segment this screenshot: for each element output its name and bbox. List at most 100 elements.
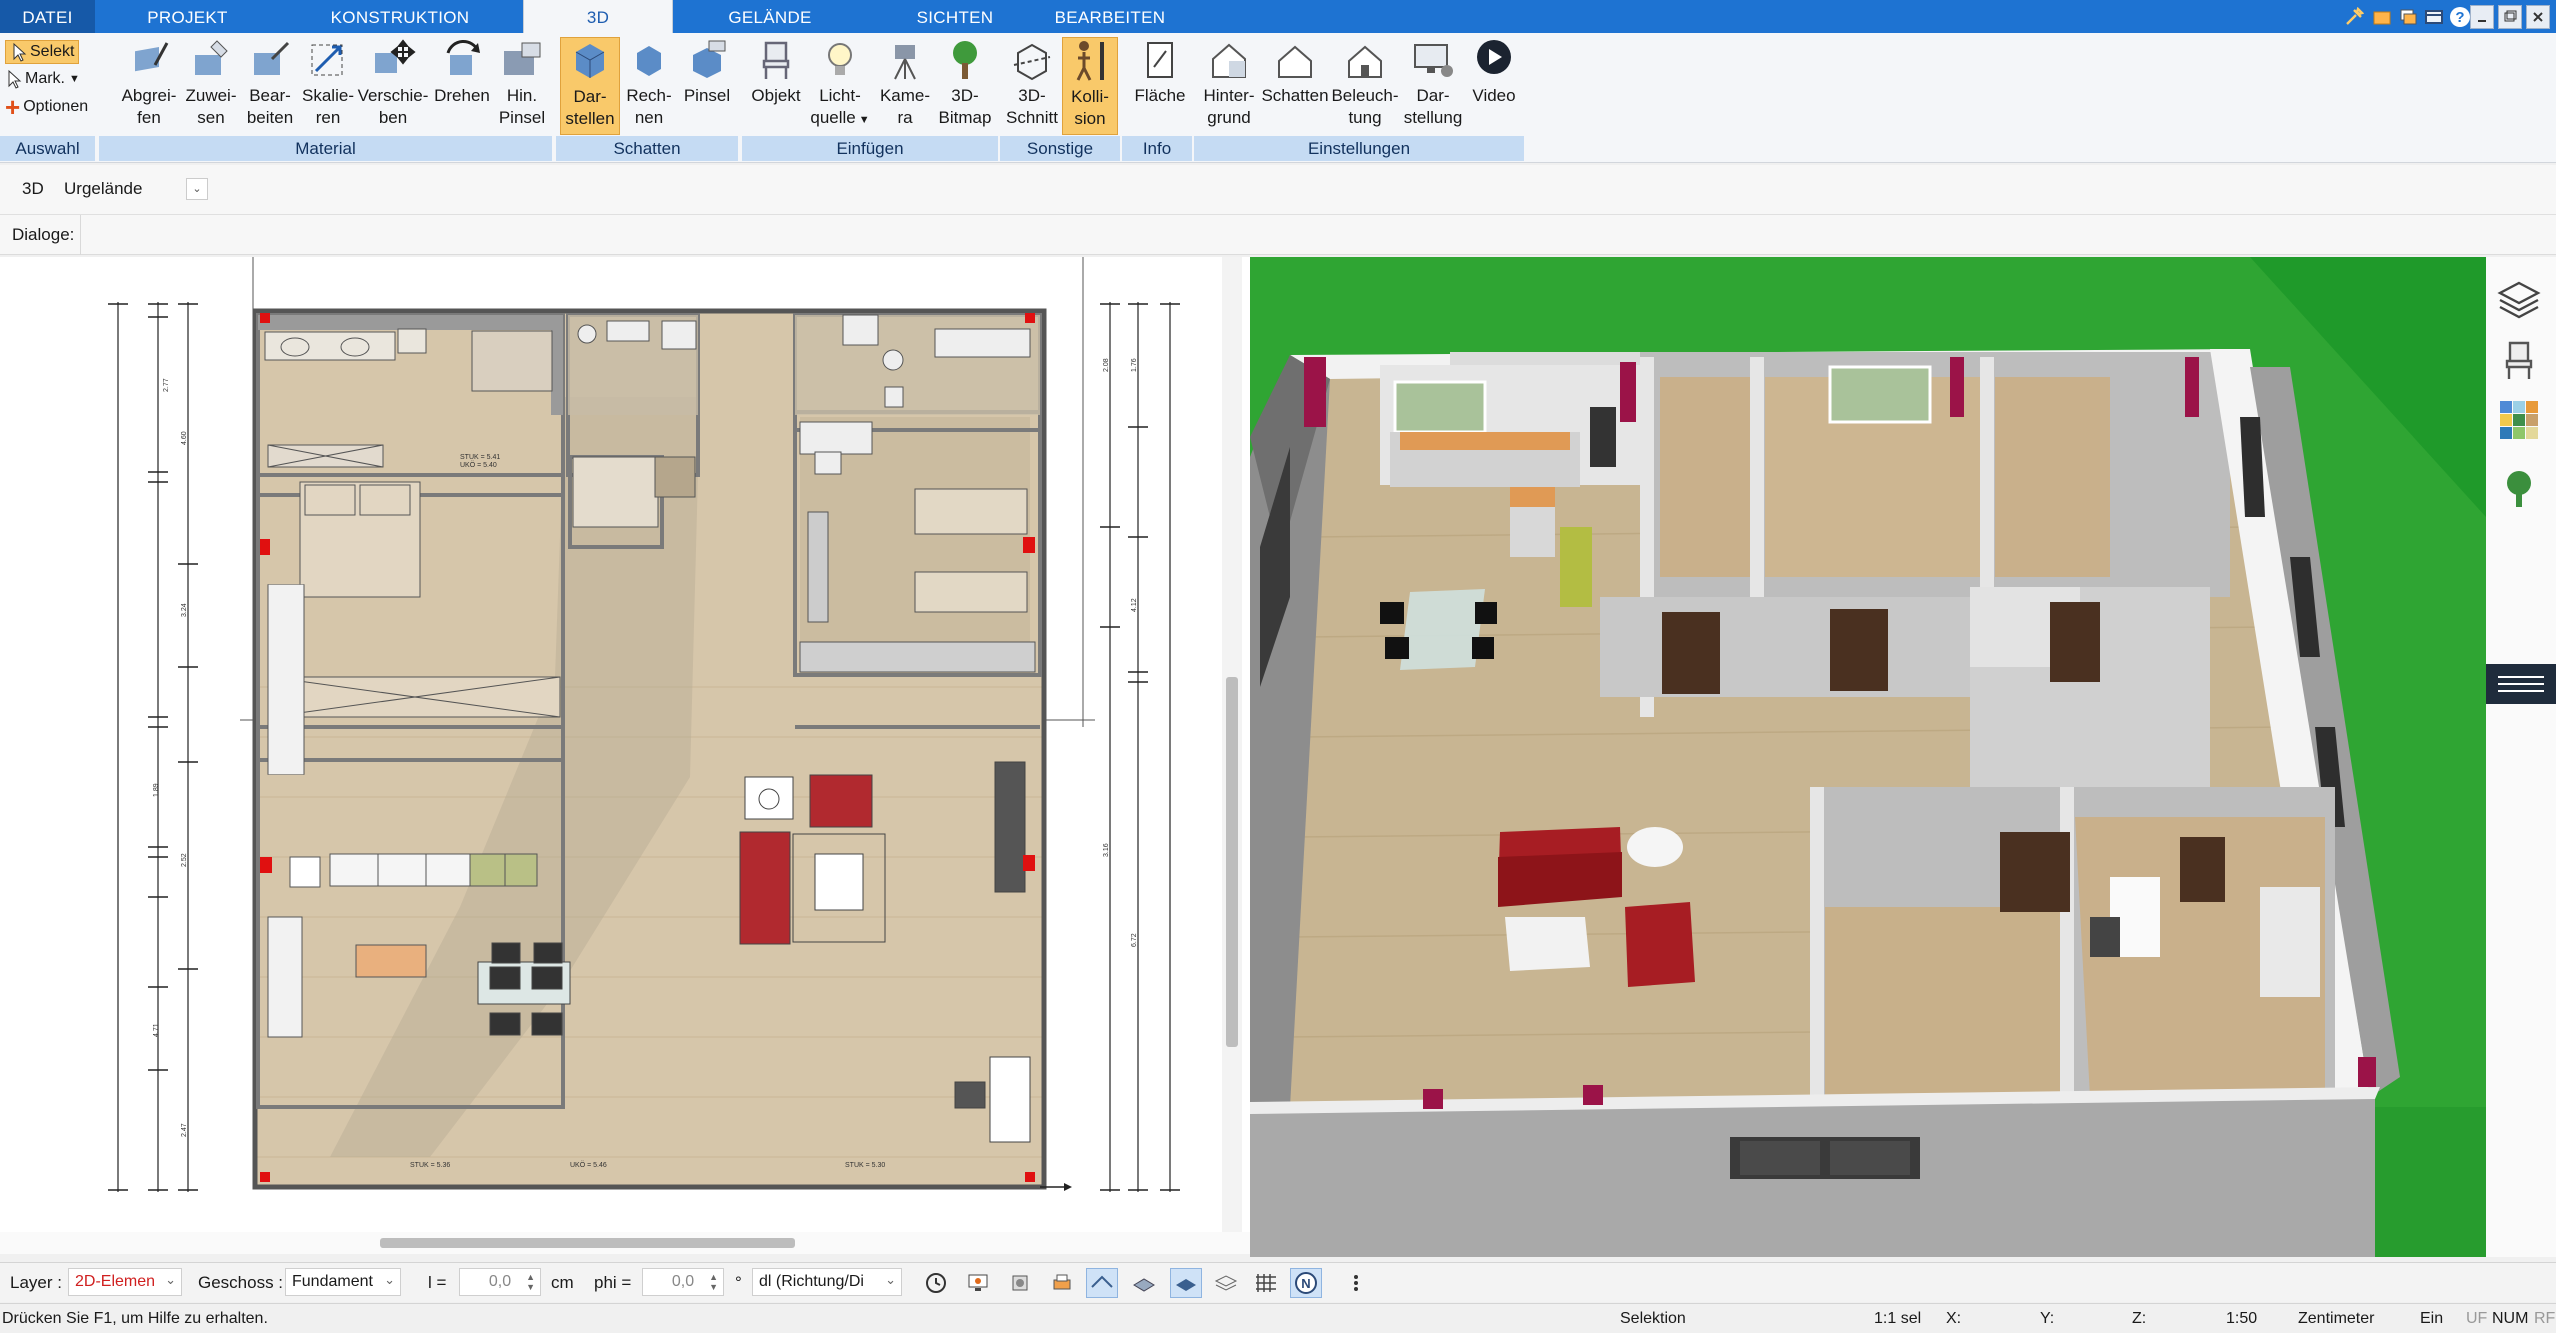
direction-dropdown[interactable]: dl (Richtung/Di ⌄ (752, 1268, 902, 1296)
tab-konstruktion[interactable]: KONSTRUKTION (310, 0, 490, 33)
schatten-einstellungen-button[interactable]: Schatten (1260, 37, 1330, 107)
uf-indicator: UF (2466, 1310, 2488, 1327)
beleuchtung-label-1: Beleuch- (1331, 86, 1399, 105)
floor-plan-view[interactable]: 2.77 4.60 3.24 1.89 2.52 4.71 2.47 2.08 … (0, 257, 1250, 1232)
layers-small-icon[interactable] (1210, 1268, 1242, 1298)
more-options-icon[interactable] (1340, 1268, 1372, 1298)
tools-small-icon[interactable] (1004, 1268, 1036, 1298)
objekt-button[interactable]: Objekt (746, 37, 806, 107)
restore-panels-icon[interactable] (2396, 5, 2420, 29)
print-icon[interactable] (1046, 1268, 1078, 1298)
scale-icon (311, 44, 343, 76)
monitor-icon[interactable] (962, 1268, 994, 1298)
schatten-darstellen-button[interactable]: Dar- stellen (560, 37, 620, 135)
hatch-view-icon[interactable] (1128, 1268, 1160, 1298)
kamera-button[interactable]: Kame- ra (874, 37, 936, 129)
layer-dropdown[interactable]: 2D-Elemen ⌄ (68, 1268, 182, 1296)
verschieben-button[interactable]: Verschie- ben (356, 37, 430, 129)
flaeche-button[interactable]: Fläche (1130, 37, 1190, 107)
video-button[interactable]: Video (1466, 37, 1522, 107)
scrollbar-thumb[interactable] (380, 1238, 795, 1248)
kamera-label-1: Kame- (879, 86, 931, 105)
floor-dropdown[interactable]: Fundament ⌄ (285, 1268, 401, 1296)
angle-input[interactable]: 0,0 ▲ ▼ (642, 1268, 724, 1296)
abgreifen-button[interactable]: Abgrei- fen (118, 37, 180, 129)
coord-z: Z: (2132, 1310, 2147, 1327)
group-sonstige: Sonstige (1000, 136, 1122, 161)
tab-bearbeiten[interactable]: BEARBEITEN (1040, 0, 1180, 33)
scrollbar-thumb[interactable] (1226, 677, 1238, 1047)
materials-icon[interactable] (2496, 397, 2542, 443)
chair-icon[interactable] (2496, 337, 2542, 383)
zuweisen-button[interactable]: Zuwei- sen (180, 37, 242, 129)
3d-schnitt-button[interactable]: 3D- Schnitt (1002, 37, 1062, 129)
chevron-down-icon: ▼ (858, 114, 870, 126)
skalieren-button[interactable]: Skalie- ren (298, 37, 358, 129)
plan-horizontal-scrollbar[interactable] (0, 1232, 1250, 1254)
tab-projekt[interactable]: PROJEKT (110, 0, 265, 33)
length-label: l = (428, 1273, 447, 1292)
wireframe-view-icon[interactable] (1086, 1268, 1118, 1298)
video-label-1: Video (1472, 86, 1516, 105)
skalieren-label-1: Skalie- (302, 86, 354, 105)
3d-bitmap-label-2: Bitmap (938, 108, 992, 127)
tab-gelaende[interactable]: GELÄNDE (690, 0, 850, 33)
bearbeiten-button[interactable]: Bear- beiten (240, 37, 300, 129)
terrain-value: Urgelände (64, 179, 143, 198)
dialogs-label: Dialoge: (12, 225, 75, 244)
schatten-rechnen-button[interactable]: Rech- nen (620, 37, 678, 129)
terrain-dropdown[interactable]: Urgelände ⌄ (58, 174, 208, 204)
tab-datei[interactable]: DATEI (0, 0, 95, 33)
kollision-label-2: sion (1074, 109, 1106, 128)
hintergrund-button[interactable]: Hinter- grund (1196, 37, 1262, 129)
kollision-button[interactable]: Kolli- sion (1062, 37, 1118, 135)
schatten-pinsel-button[interactable]: Pinsel (678, 37, 736, 107)
chevron-down-icon: ⌄ (165, 1272, 176, 1287)
spinner-icon[interactable]: ▲ ▼ (709, 1272, 718, 1292)
floor-plan-drawing[interactable]: 2.77 4.60 3.24 1.89 2.52 4.71 2.47 2.08 … (0, 257, 1250, 1232)
hintergrund-pinsel-button[interactable]: Hin. Pinsel (494, 37, 550, 129)
3d-render[interactable] (1250, 257, 2486, 1257)
dim-left-3: 3.24 (181, 603, 188, 617)
tools-icon[interactable] (2342, 5, 2366, 29)
schatten-rechnen-label-1: Rech- (626, 86, 672, 105)
minimize-icon[interactable] (2470, 5, 2494, 29)
status-mode: Selektion (1620, 1310, 1686, 1327)
room-tag-1: STUK = 5.41 (460, 454, 500, 461)
close-icon[interactable] (2526, 5, 2550, 29)
lichtquelle-button[interactable]: Licht- quelle ▼ (808, 37, 872, 131)
snap-icon[interactable]: N (1290, 1268, 1322, 1298)
phi-label: phi = (594, 1273, 632, 1292)
3d-view[interactable] (1250, 257, 2486, 1257)
plus-icon: + (5, 92, 21, 122)
options-button[interactable]: + Optionen (5, 92, 88, 122)
maximize-icon[interactable] (2498, 5, 2522, 29)
panel-toggle-handle[interactable] (2486, 664, 2556, 704)
length-input[interactable]: 0,0 ▲ ▼ (459, 1268, 541, 1296)
folder-icon[interactable] (2370, 5, 2394, 29)
solid-view-icon[interactable] (1170, 1268, 1202, 1298)
angle-unit: ° (735, 1273, 742, 1292)
layers-icon[interactable] (2496, 277, 2542, 323)
clock-icon[interactable] (920, 1268, 952, 1298)
plan-vertical-scrollbar[interactable] (1222, 257, 1242, 1232)
shadow-house-icon (1278, 45, 1312, 78)
drehen-button[interactable]: Drehen (430, 37, 494, 107)
layout-icon[interactable] (2422, 5, 2446, 29)
grid-icon[interactable] (1250, 1268, 1282, 1298)
assign-material-icon (195, 40, 228, 75)
tab-3d[interactable]: 3D (523, 0, 673, 35)
beleuchtung-button[interactable]: Beleuch- tung (1330, 37, 1400, 129)
darstellung-button[interactable]: Dar- stellung (1400, 37, 1466, 129)
room-tag-2: UKÖ = 5.40 (460, 461, 497, 469)
select-button[interactable]: Selekt (5, 40, 80, 64)
tree-icon[interactable] (2496, 465, 2542, 511)
tab-sichten[interactable]: SICHTEN (880, 0, 1030, 33)
collision-icon (1076, 41, 1104, 81)
spinner-icon[interactable]: ▲ ▼ (526, 1272, 535, 1292)
help-icon[interactable]: ? (2448, 5, 2472, 29)
3d-bitmap-button[interactable]: 3D- Bitmap (934, 37, 996, 129)
mark-button[interactable]: Mark. ▼ (5, 69, 80, 89)
section-cut-icon (1013, 43, 1051, 81)
move-icon (375, 39, 416, 73)
